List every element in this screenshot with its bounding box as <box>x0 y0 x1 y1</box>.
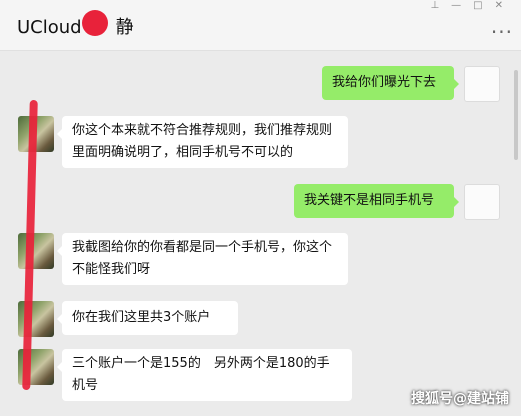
redaction-mark <box>82 10 108 36</box>
message-bubble-self[interactable]: 我给你们曝光下去 <box>322 66 459 100</box>
maximize-icon[interactable]: □ <box>473 0 494 11</box>
window-controls: ⊥—□✕ <box>430 0 515 11</box>
more-icon[interactable]: ··· <box>491 20 513 44</box>
avatar-self[interactable] <box>464 184 500 220</box>
chat-title: UCloud 静 <box>17 13 134 39</box>
chat-title-suffix: 静 <box>115 17 134 38</box>
close-icon[interactable]: ✕ <box>495 0 515 11</box>
avatar-self[interactable] <box>464 66 500 102</box>
avatar-other[interactable] <box>18 233 54 269</box>
message-bubble-self[interactable]: 我关键不是相同手机号 <box>294 184 459 218</box>
minimize-icon[interactable]: — <box>451 0 473 11</box>
message-bubble-other[interactable]: 三个账户一个是155的 另外两个是180的手机号 <box>57 349 352 401</box>
chat-title-text: UCloud <box>17 17 82 38</box>
message-bubble-other[interactable]: 我截图给你的你看都是同一个手机号，你这个不能怪我们呀 <box>57 233 348 285</box>
scrollbar[interactable] <box>514 70 518 160</box>
message-bubble-other[interactable]: 你这个本来就不符合推荐规则，我们推荐规则里面明确说明了，相同手机号不可以的 <box>57 116 348 168</box>
chat-header: UCloud 静 ⊥—□✕ ··· <box>0 0 521 51</box>
pin-icon[interactable]: ⊥ <box>430 0 451 11</box>
watermark: 搜狐号@建站铺 <box>411 391 509 407</box>
message-bubble-other[interactable]: 你在我们这里共3个账户 <box>57 301 238 335</box>
